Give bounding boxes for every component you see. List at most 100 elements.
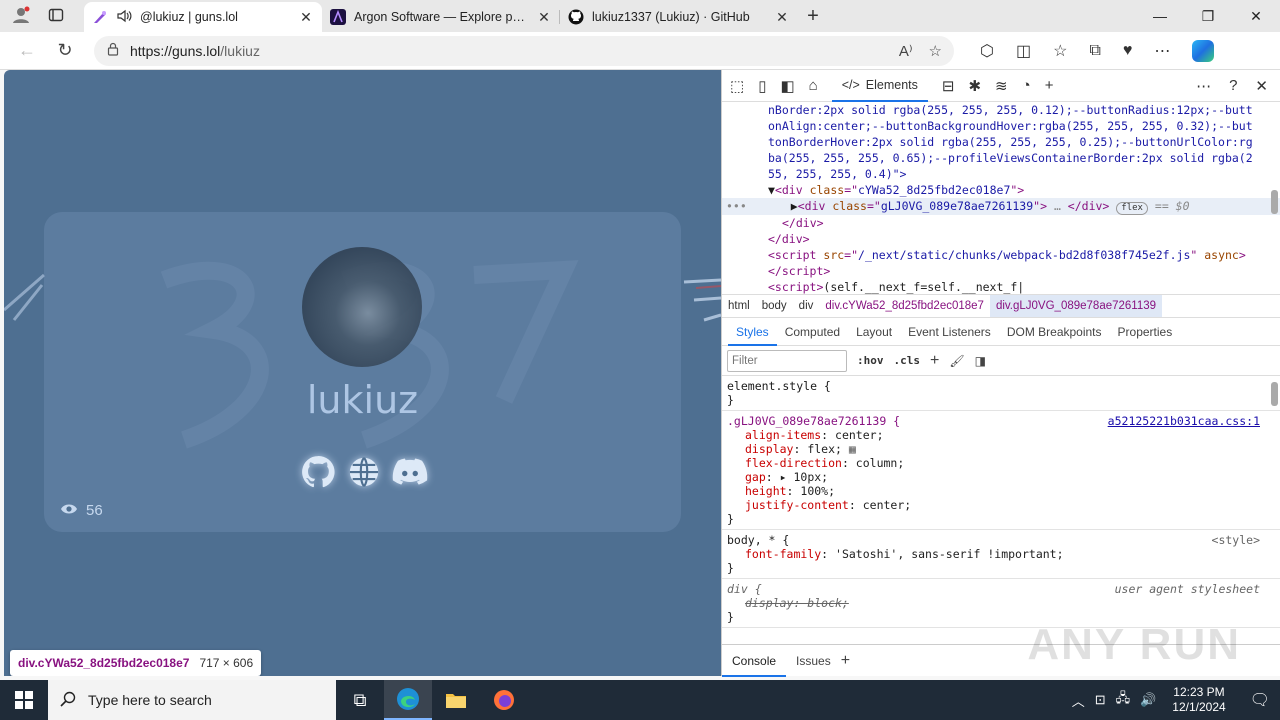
refresh-button[interactable]: ↻ <box>48 34 82 68</box>
url-text[interactable]: https://guns.lol/lukiuz <box>130 43 889 59</box>
css-property[interactable]: font-family: 'Satoshi', sans-serif !impo… <box>727 547 1260 561</box>
restore-icon[interactable]: ❐ <box>1184 0 1232 32</box>
tab-layout[interactable]: Layout <box>848 318 900 346</box>
dom-scrollbar[interactable] <box>1271 190 1278 214</box>
new-rule-plus-icon[interactable]: + <box>930 352 939 370</box>
styles-filter-input[interactable] <box>727 349 847 372</box>
css-property[interactable]: gap: ▸ 10px; <box>727 470 1260 484</box>
rule-source-link[interactable]: <style> <box>1212 533 1260 547</box>
windows-start-icon[interactable] <box>0 680 48 720</box>
welcome-home-icon[interactable]: ⌂ <box>809 77 818 94</box>
network-icon[interactable]: 🖧 <box>1116 689 1131 711</box>
device-emulation-icon[interactable]: ▯ <box>758 77 766 95</box>
expand-triangle-icon[interactable]: ▶ <box>791 199 798 213</box>
url-box[interactable]: https://guns.lol/lukiuz A⁾ ☆ <box>94 35 954 66</box>
tab-elements[interactable]: </> Elements <box>831 70 928 102</box>
breadcrumb-selected-div[interactable]: div.gLJ0VG_089e78ae7261139 <box>989 295 1163 317</box>
css-property[interactable]: justify-content: center; <box>727 498 1260 512</box>
dom-node-selected[interactable]: ••• ▶<div class="gLJ0VG_089e78ae7261139">… <box>722 198 1280 215</box>
close-devtools-icon[interactable]: ✕ <box>1255 77 1268 95</box>
node-actions-icon[interactable]: ••• <box>726 199 747 213</box>
flex-badge[interactable]: flex <box>1116 202 1148 215</box>
toggle-sidebar-icon[interactable]: ◨ <box>975 354 986 368</box>
breadcrumb-body[interactable]: body <box>756 295 793 317</box>
hover-state-button[interactable]: :hov <box>857 354 884 367</box>
performance-gauge-icon[interactable]: ◔ <box>1022 77 1031 94</box>
collections-icon[interactable]: ⧉ <box>1089 42 1100 60</box>
help-icon[interactable]: ? <box>1229 77 1237 95</box>
discord-icon[interactable] <box>392 454 428 490</box>
read-aloud-icon[interactable]: A⁾ <box>899 42 913 60</box>
split-screen-icon[interactable]: ◫ <box>1016 41 1031 61</box>
tab-strip-lead <box>0 0 84 32</box>
inspect-element-icon[interactable]: ⬚ <box>730 77 744 95</box>
breadcrumb-html[interactable]: html <box>722 295 756 317</box>
taskbar-search[interactable]: Type here to search <box>48 680 336 720</box>
firefox-icon[interactable] <box>480 680 528 720</box>
argon-favicon <box>330 9 346 25</box>
tab-properties[interactable]: Properties <box>1110 318 1181 346</box>
css-property[interactable]: display: flex; ▦ <box>727 442 1260 456</box>
collapse-triangle-icon[interactable]: ▼ <box>768 183 775 197</box>
drawer-add-tab-icon[interactable]: + <box>841 652 850 670</box>
tab-github[interactable]: lukiuz1337 (Lukiuz) · GitHub ✕ <box>560 2 798 32</box>
file-explorer-icon[interactable] <box>432 680 480 720</box>
console-icon[interactable]: ⊟ <box>942 77 955 95</box>
more-menu-icon[interactable]: ⋯ <box>1154 41 1170 61</box>
edge-taskbar-icon[interactable] <box>384 680 432 720</box>
profile-views: 56 <box>60 502 103 519</box>
avatar[interactable] <box>302 247 422 367</box>
profile-icon[interactable] <box>12 6 30 27</box>
rule-source-link[interactable]: a52125221b031caa.css:1 <box>1108 414 1260 428</box>
notifications-icon[interactable]: 🗨 <box>1250 690 1270 710</box>
close-window-icon[interactable]: ✕ <box>1232 0 1280 32</box>
close-tab-icon[interactable]: ✕ <box>298 9 314 26</box>
tab-styles[interactable]: Styles <box>728 318 777 346</box>
css-property[interactable]: align-items: center; <box>727 428 1260 442</box>
css-property[interactable]: flex-direction: column; <box>727 456 1260 470</box>
tray-chevron-icon[interactable]: ︿ <box>1072 691 1085 710</box>
globe-icon[interactable] <box>346 454 382 490</box>
dom-script-src[interactable]: /_next/static/chunks/webpack-bd2d8f038f7… <box>858 248 1190 262</box>
breadcrumb-div[interactable]: div <box>793 295 820 317</box>
github-icon[interactable] <box>300 454 336 490</box>
copilot-icon[interactable] <box>1192 39 1215 62</box>
css-property[interactable]: height: 100%; <box>727 484 1260 498</box>
devtools-more-icon[interactable]: ⋯ <box>1196 77 1211 95</box>
dock-side-icon[interactable]: ◧ <box>780 77 794 95</box>
tab-argon-software[interactable]: Argon Software — Explore produ ✕ <box>322 2 560 32</box>
close-tab-icon[interactable]: ✕ <box>774 9 790 26</box>
speaker-icon[interactable] <box>116 8 132 27</box>
drawer-tab-console[interactable]: Console <box>722 645 787 677</box>
network-wifi-icon[interactable]: ≋ <box>995 77 1008 95</box>
new-tab-button[interactable]: + <box>798 2 828 32</box>
clock[interactable]: 12:23 PM 12/1/2024 <box>1166 685 1231 715</box>
volume-icon[interactable]: 🔊 <box>1140 692 1156 708</box>
more-tools-plus-icon[interactable]: + <box>1045 77 1054 94</box>
favorite-star-icon[interactable]: ☆ <box>929 42 942 60</box>
tab-event-listeners[interactable]: Event Listeners <box>900 318 999 346</box>
tray-device-icon[interactable]: ⊡ <box>1095 692 1106 708</box>
lock-icon[interactable] <box>106 42 120 59</box>
styles-scrollbar[interactable] <box>1271 382 1278 406</box>
dom-node-outer-div[interactable]: ▼<div class="cYWa52_8d25fbd2ec018e7"> <box>728 182 1262 198</box>
breadcrumb-outer-div[interactable]: div.cYWa52_8d25fbd2ec018e7 <box>819 295 990 317</box>
dom-node-script[interactable]: <script src="/_next/static/chunks/webpac… <box>728 247 1262 263</box>
tab-guns-lol[interactable]: @lukiuz | guns.lol ✕ <box>84 2 322 32</box>
dom-node-inline-script[interactable]: <script>(self.__next_f=self.__next_f| <box>728 279 1262 294</box>
paint-brush-icon[interactable]: 🖌 <box>949 354 964 368</box>
extensions-icon[interactable]: ⬡ <box>980 41 994 61</box>
minimize-icon[interactable]: — <box>1136 0 1184 32</box>
drawer-tab-issues[interactable]: Issues <box>786 645 841 677</box>
tab-dom-breakpoints[interactable]: DOM Breakpoints <box>999 318 1110 346</box>
tab-actions-icon[interactable] <box>48 7 64 26</box>
bug-icon[interactable]: ✱ <box>968 77 981 95</box>
close-tab-icon[interactable]: ✕ <box>536 9 552 26</box>
task-view-icon[interactable]: ⧉ <box>336 680 384 720</box>
back-button[interactable]: ← <box>10 34 44 68</box>
favorites-icon[interactable]: ☆ <box>1053 41 1067 61</box>
flexbox-editor-icon[interactable]: ▦ <box>849 442 856 456</box>
tab-computed[interactable]: Computed <box>777 318 848 346</box>
performance-icon[interactable]: ♥ <box>1123 42 1133 60</box>
class-toggle-button[interactable]: .cls <box>894 354 921 367</box>
